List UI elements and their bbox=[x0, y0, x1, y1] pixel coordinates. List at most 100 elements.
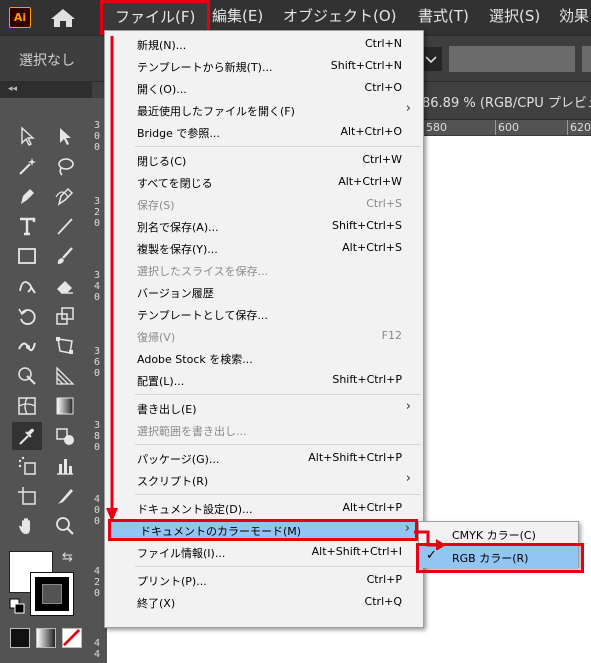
submenu-item-cmyk[interactable]: CMYK カラー(C) bbox=[419, 523, 578, 545]
color-mode-button[interactable] bbox=[10, 628, 30, 648]
pen-icon bbox=[21, 189, 34, 204]
menu-separator bbox=[135, 146, 421, 147]
menu-item-label: 復帰(V) bbox=[137, 331, 176, 344]
magic-wand-tool[interactable] bbox=[12, 152, 42, 180]
mesh-icon bbox=[18, 397, 36, 415]
puppet-warp-icon bbox=[18, 342, 36, 352]
eraser-tool[interactable] bbox=[50, 272, 80, 300]
swap-fill-stroke-icon[interactable]: ⇆ bbox=[62, 550, 73, 565]
menu-item-shortcut: Alt+Ctrl+O bbox=[340, 125, 402, 138]
style-field[interactable] bbox=[449, 46, 575, 72]
menu-item-label: 選択範囲を書き出し... bbox=[137, 425, 247, 438]
free-transform-icon bbox=[56, 337, 73, 354]
menu-item-label: 複製を保存(Y)... bbox=[137, 243, 218, 256]
menu-item-label: すべてを閉じる bbox=[137, 177, 213, 190]
menu-type[interactable]: 書式(T) bbox=[418, 0, 469, 35]
rotate-tool[interactable] bbox=[12, 302, 42, 330]
file-menu-item[interactable]: スクリプト(R) › bbox=[105, 469, 423, 491]
zoom-magnifier-icon bbox=[56, 517, 74, 535]
symbol-sprayer-tool[interactable] bbox=[12, 452, 42, 480]
menu-item-shortcut: F12 bbox=[381, 329, 402, 342]
file-menu-item[interactable]: 閉じる(C) Ctrl+W bbox=[105, 149, 423, 171]
file-menu-item[interactable]: 配置(L)... Shift+Ctrl+P bbox=[105, 369, 423, 391]
opacity-field[interactable] bbox=[582, 46, 591, 72]
eyedropper-tool[interactable] bbox=[12, 422, 42, 450]
lasso-tool[interactable] bbox=[50, 152, 80, 180]
file-menu-item[interactable]: パッケージ(G)... Alt+Shift+Ctrl+P bbox=[105, 447, 423, 469]
file-menu-item[interactable]: 終了(X) Ctrl+Q bbox=[105, 591, 423, 613]
home-icon[interactable] bbox=[50, 8, 76, 28]
slice-tool[interactable] bbox=[50, 482, 80, 510]
document-tab-title: 86.89 % (RGB/CPU プレビュ bbox=[422, 96, 591, 111]
file-menu-item: 選択範囲を書き出し... bbox=[105, 419, 423, 441]
collapse-icon[interactable]: ◂◂ bbox=[8, 82, 17, 96]
perspective-grid-tool[interactable] bbox=[50, 362, 80, 390]
tools-panel: ⇆ bbox=[0, 98, 92, 663]
default-colors-icon[interactable] bbox=[9, 598, 25, 614]
none-mode-button[interactable] bbox=[62, 628, 82, 648]
eraser-icon bbox=[57, 281, 73, 294]
blend-tool[interactable] bbox=[50, 422, 80, 450]
ruler-label: 320 bbox=[94, 196, 101, 229]
menu-item-label: 別名で保存(A)... bbox=[137, 221, 219, 234]
puppet-warp-tool[interactable] bbox=[12, 332, 42, 360]
column-graph-tool[interactable] bbox=[50, 452, 80, 480]
line-tool[interactable] bbox=[50, 212, 80, 240]
paintbrush-tool[interactable] bbox=[50, 242, 80, 270]
submenu-chevron-icon: › bbox=[405, 471, 411, 486]
gradient-tool[interactable] bbox=[50, 392, 80, 420]
stroke-color-swatch[interactable] bbox=[30, 572, 74, 616]
file-menu-item[interactable]: 複製を保存(Y)... Alt+Ctrl+S bbox=[105, 237, 423, 259]
ruler-label: 360 bbox=[94, 346, 101, 379]
file-menu-item[interactable]: 最近使用したファイルを開く(F) › bbox=[105, 99, 423, 121]
none-slash-icon bbox=[62, 628, 81, 647]
file-menu-item[interactable]: 書き出し(E) › bbox=[105, 397, 423, 419]
file-menu-item[interactable]: 別名で保存(A)... Shift+Ctrl+S bbox=[105, 215, 423, 237]
file-menu-item[interactable]: すべてを閉じる Alt+Ctrl+W bbox=[105, 171, 423, 193]
type-icon bbox=[20, 217, 36, 236]
scale-tool[interactable] bbox=[50, 302, 80, 330]
menu-select[interactable]: 選択(S) bbox=[489, 0, 540, 35]
hand-tool[interactable] bbox=[12, 512, 42, 540]
file-menu-item[interactable]: 開く(O)... Ctrl+O bbox=[105, 77, 423, 99]
type-tool[interactable] bbox=[12, 212, 42, 240]
submenu-chevron-icon: › bbox=[405, 101, 411, 116]
menu-effect[interactable]: 効果 bbox=[559, 0, 589, 35]
submenu-chevron-icon: › bbox=[405, 399, 411, 414]
selection-tool[interactable] bbox=[12, 122, 42, 150]
mesh-tool[interactable] bbox=[12, 392, 42, 420]
gradient-mode-button[interactable] bbox=[36, 628, 56, 648]
shaper-tool[interactable] bbox=[12, 272, 42, 300]
submenu-item-label: CMYK カラー(C) bbox=[452, 529, 536, 542]
file-menu-item[interactable]: ファイル情報(I)... Alt+Shift+Ctrl+I bbox=[105, 541, 423, 563]
curvature-tool[interactable] bbox=[50, 182, 80, 210]
ruler-label: 300 bbox=[94, 120, 101, 153]
artboard-tool[interactable] bbox=[12, 482, 42, 510]
menu-item-shortcut: Ctrl+O bbox=[364, 81, 402, 94]
file-menu-item[interactable]: 新規(N)... Ctrl+N bbox=[105, 33, 423, 55]
shape-builder-tool[interactable] bbox=[12, 362, 42, 390]
line-segment-icon bbox=[57, 218, 73, 235]
file-menu-item[interactable]: ドキュメントのカラーモード(M) › bbox=[108, 519, 418, 541]
rectangle-tool[interactable] bbox=[12, 242, 42, 270]
menu-item-label: テンプレートとして保存... bbox=[137, 309, 268, 322]
file-menu-item[interactable]: テンプレートとして保存... bbox=[105, 303, 423, 325]
menu-item-shortcut: Alt+Ctrl+P bbox=[342, 501, 402, 514]
file-menu-item[interactable]: Adobe Stock を検索... bbox=[105, 347, 423, 369]
slice-knife-icon bbox=[58, 489, 73, 504]
free-transform-tool[interactable] bbox=[50, 332, 80, 360]
pen-tool[interactable] bbox=[12, 182, 42, 210]
direct-selection-tool[interactable] bbox=[50, 122, 80, 150]
eyedropper-icon bbox=[19, 428, 34, 445]
rectangle-icon bbox=[18, 248, 36, 264]
file-menu-item[interactable]: ドキュメント設定(D)... Alt+Ctrl+P bbox=[105, 497, 423, 519]
file-menu-item[interactable]: プリント(P)... Ctrl+P bbox=[105, 569, 423, 591]
file-menu-item[interactable]: バージョン履歴 bbox=[105, 281, 423, 303]
file-menu-item[interactable]: Bridge で参照... Alt+Ctrl+O bbox=[105, 121, 423, 143]
menu-item-label: 保存(S) bbox=[137, 199, 175, 212]
menu-item-label: バージョン履歴 bbox=[137, 287, 214, 300]
file-menu-item[interactable]: テンプレートから新規(T)... Shift+Ctrl+N bbox=[105, 55, 423, 77]
menu-separator bbox=[135, 394, 421, 395]
zoom-tool[interactable] bbox=[50, 512, 80, 540]
ruler-label: 400 bbox=[94, 494, 101, 527]
